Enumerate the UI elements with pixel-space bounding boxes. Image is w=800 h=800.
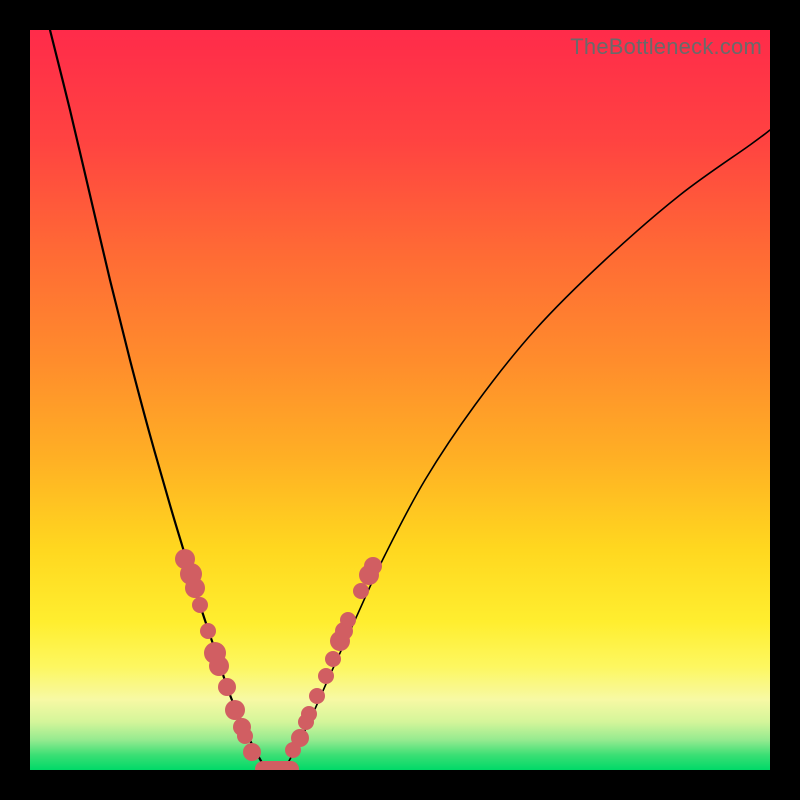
bottleneck-curve-left — [50, 30, 265, 768]
data-dot — [218, 678, 236, 696]
data-dot — [309, 688, 325, 704]
data-dot — [237, 728, 253, 744]
data-dot — [340, 612, 356, 628]
data-dot — [225, 700, 245, 720]
watermark-text: TheBottleneck.com — [570, 34, 762, 60]
data-dot — [353, 583, 369, 599]
data-dot — [185, 578, 205, 598]
data-dot — [243, 743, 261, 761]
data-dot — [192, 597, 208, 613]
data-dot — [301, 706, 317, 722]
data-dot — [364, 557, 382, 575]
data-dot — [291, 729, 309, 747]
data-dot — [209, 656, 229, 676]
curve-layer — [30, 30, 770, 770]
chart-frame: TheBottleneck.com — [0, 0, 800, 800]
data-dot — [200, 623, 216, 639]
data-dot — [325, 651, 341, 667]
data-pill-bottom — [255, 761, 299, 770]
plot-area: TheBottleneck.com — [30, 30, 770, 770]
data-dots-right — [285, 557, 382, 758]
data-dot — [318, 668, 334, 684]
data-dots-left — [175, 549, 261, 761]
bottleneck-curve-right — [285, 130, 770, 768]
